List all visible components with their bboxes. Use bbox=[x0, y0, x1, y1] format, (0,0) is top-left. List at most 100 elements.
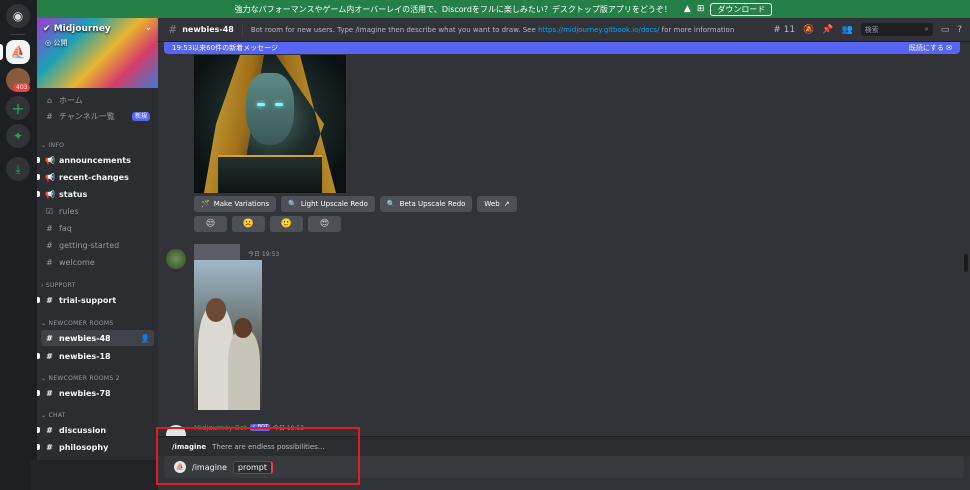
help-icon[interactable]: ? bbox=[957, 25, 962, 35]
search-icon: ⌕ bbox=[924, 25, 929, 33]
server-banner[interactable]: ✔ Midjourney ◎ 公開 ⌄ bbox=[37, 18, 158, 88]
hash-icon: # bbox=[46, 223, 53, 233]
new-badge: 新規 bbox=[131, 111, 150, 121]
sidebar-item-label: newbies-18 bbox=[59, 351, 111, 361]
photo-person-1-head bbox=[206, 298, 226, 322]
docs-link[interactable]: https://midjourney.gitbook.io/docs/ bbox=[538, 26, 659, 34]
sidebar-item-label: trial-support bbox=[59, 295, 117, 305]
home-icon: ⌂ bbox=[46, 95, 53, 105]
android-icon: ▲ bbox=[683, 4, 691, 14]
sidebar-item-philosophy[interactable]: # philosophy bbox=[41, 439, 154, 455]
sidebar-item-status[interactable]: 📢 status bbox=[41, 186, 154, 202]
banner-text: 強力なパフォーマンスやゲーム内オーバーレイの活用で、Discordをフルに楽しみ… bbox=[234, 4, 672, 14]
sidebar-item-getting-started[interactable]: # getting-started bbox=[41, 237, 154, 253]
blurred-username bbox=[194, 244, 240, 260]
sidebar-item-discussion[interactable]: # discussion bbox=[41, 422, 154, 438]
download-button[interactable]: ダウンロード bbox=[710, 2, 773, 16]
photo-person-2-body bbox=[228, 330, 260, 410]
chevron-down-icon[interactable]: ⌄ bbox=[144, 23, 152, 33]
sidebar-item-label: newbies-78 bbox=[59, 388, 111, 398]
sidebar-item-recent-changes[interactable]: 📢 recent-changes bbox=[41, 169, 154, 185]
category-newcomer-rooms-2[interactable]: ⌄ NEWCOMER ROOMS 2 bbox=[41, 375, 120, 382]
new-messages-bar[interactable]: 19:53以来60件の新着メッセージ 既読にする ✉ bbox=[164, 42, 960, 54]
light-upscale-redo-button[interactable]: 🔍 Light Upscale Redo bbox=[281, 196, 375, 212]
unread-marker bbox=[37, 390, 40, 396]
rating-button-unamused[interactable]: 😒 bbox=[194, 216, 227, 232]
member-list-icon[interactable]: 👥 bbox=[841, 25, 852, 35]
art-face bbox=[246, 73, 294, 145]
midjourney-server-icon[interactable]: ⛵ bbox=[6, 40, 30, 64]
sidebar-item-announcements[interactable]: 📢 announcements bbox=[41, 152, 154, 168]
channel-name: newbies-48 bbox=[182, 25, 234, 34]
hash-icon: # bbox=[46, 351, 53, 361]
sidebar-item-label: discussion bbox=[59, 425, 107, 435]
mark-as-read-button[interactable]: 既読にする ✉ bbox=[909, 43, 952, 53]
unread-marker bbox=[37, 157, 40, 163]
server-name: ✔ Midjourney bbox=[43, 24, 111, 34]
sidebar-item-label: getting-started bbox=[59, 240, 120, 250]
sidebar-item-faq[interactable]: # faq bbox=[41, 220, 154, 236]
rules-icon: ☑ bbox=[45, 206, 54, 216]
hash-icon: # bbox=[46, 295, 53, 305]
rating-button-heart-eyes[interactable]: 😍 bbox=[308, 216, 341, 232]
hash-icon: # bbox=[168, 23, 178, 36]
channel-header: # newbies-48 Bot room for new users. Typ… bbox=[158, 18, 970, 42]
inbox-icon[interactable]: ▭ bbox=[941, 25, 950, 35]
hash-icon: # bbox=[46, 442, 53, 452]
category-info[interactable]: ⌄ INFO bbox=[41, 142, 64, 149]
threads-icon[interactable]: # 11 bbox=[773, 25, 795, 35]
add-member-icon[interactable]: 👤 bbox=[140, 334, 150, 343]
new-messages-text: 19:53以来60件の新着メッセージ bbox=[172, 44, 278, 52]
beta-upscale-redo-button[interactable]: 🔍 Beta Upscale Redo bbox=[379, 196, 473, 212]
unread-marker bbox=[37, 191, 40, 197]
sidebar-item-newbies-78[interactable]: # newbies-78 bbox=[41, 385, 154, 401]
sidebar-item-label: welcome bbox=[59, 257, 95, 267]
category-newcomer-rooms[interactable]: ⌄ NEWCOMER ROOMS bbox=[41, 320, 114, 327]
highlight-frame bbox=[156, 427, 360, 485]
mention-badge: 403 bbox=[13, 83, 31, 92]
uploaded-photo[interactable] bbox=[194, 260, 262, 410]
sidebar-item-rules[interactable]: ☑ rules bbox=[41, 203, 154, 219]
generated-image[interactable] bbox=[194, 55, 346, 193]
server-public-label: ◎ 公開 bbox=[45, 39, 68, 47]
sidebar-item-newbies-18[interactable]: # newbies-18 bbox=[41, 348, 154, 364]
explore-icon[interactable]: ✦ bbox=[6, 124, 30, 148]
sidebar-item-label: philosophy bbox=[59, 442, 109, 452]
category-chat[interactable]: ⌄ CHAT bbox=[41, 412, 66, 419]
category-support[interactable]: › SUPPORT bbox=[41, 282, 76, 289]
hash-icon: # bbox=[46, 240, 53, 250]
sidebar-item-label: status bbox=[59, 189, 88, 199]
scrollbar[interactable] bbox=[964, 254, 968, 272]
sidebar-item-home[interactable]: ⌂ ホーム bbox=[41, 92, 154, 108]
user-panel[interactable] bbox=[30, 460, 158, 490]
sidebar-item-label: announcements bbox=[59, 155, 131, 165]
art-eye-right bbox=[275, 103, 283, 106]
add-server-icon[interactable]: + bbox=[6, 96, 30, 120]
make-variations-button[interactable]: 🪄 Make Variations bbox=[194, 196, 277, 212]
hash-icon: # bbox=[46, 257, 53, 267]
magnifier-icon: 🔍 bbox=[386, 200, 396, 208]
chat-area: # newbies-48 Bot room for new users. Typ… bbox=[158, 18, 970, 490]
search-input[interactable]: 検索 ⌕ bbox=[860, 23, 933, 36]
web-button[interactable]: Web ↗ bbox=[477, 196, 517, 212]
rating-button-smiling[interactable]: 🙂 bbox=[270, 216, 303, 232]
mute-bell-icon[interactable]: 🔕 bbox=[803, 25, 814, 35]
sidebar-item-welcome[interactable]: # welcome bbox=[41, 254, 154, 270]
avatar[interactable] bbox=[166, 249, 186, 269]
message-timestamp: 今日 19:53 bbox=[248, 251, 280, 258]
discord-home-icon[interactable]: ◉ bbox=[6, 4, 30, 28]
unread-marker bbox=[37, 444, 40, 450]
download-apps-icon[interactable]: ⤓ bbox=[6, 157, 30, 181]
hash-icon: # bbox=[46, 388, 53, 398]
rating-button-frowning[interactable]: ☹️ bbox=[232, 216, 265, 232]
sidebar-item-trial-support[interactable]: # trial-support bbox=[41, 292, 154, 308]
external-link-icon: ↗ bbox=[503, 200, 510, 208]
header-toolbar: # 11 🔕 📌 👥 検索 ⌕ ▭ ? bbox=[773, 23, 962, 36]
windows-icon: ⊞ bbox=[696, 4, 705, 14]
pin-icon[interactable]: 📌 bbox=[822, 25, 833, 35]
sidebar-item-channel-list[interactable]: # チャンネル一覧 新規 bbox=[41, 108, 154, 124]
megaphone-icon: 📢 bbox=[45, 172, 55, 182]
discord-window: ◉ ⛵ 403 + ✦ ⤓ 強力なパフォーマンスやゲーム内オーバーレイの活用で、… bbox=[0, 0, 970, 490]
sidebar-item-newbies-48[interactable]: # newbies-48 👤 bbox=[41, 330, 154, 346]
megaphone-icon: 📢 bbox=[45, 155, 55, 165]
